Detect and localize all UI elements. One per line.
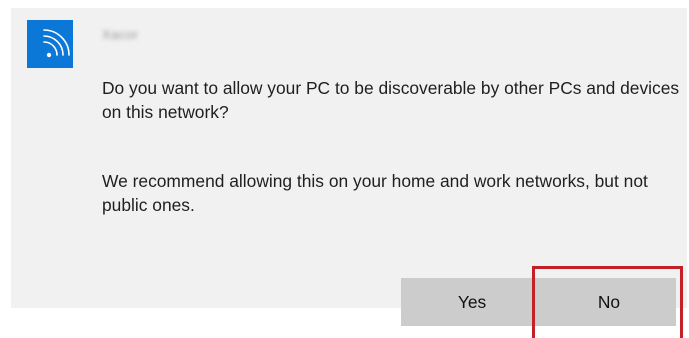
no-button[interactable]: No (542, 278, 676, 326)
network-discovery-dialog: Xacor Do you want to allow your PC to be… (11, 8, 687, 326)
wifi-tile (27, 20, 73, 68)
recommendation-text: We recommend allowing this on your home … (102, 171, 648, 215)
yes-button[interactable]: Yes (401, 278, 543, 326)
discoverable-question: Do you want to allow your PC to be disco… (102, 78, 680, 122)
wifi-icon (43, 29, 70, 58)
network-name: Xacor (102, 27, 139, 42)
